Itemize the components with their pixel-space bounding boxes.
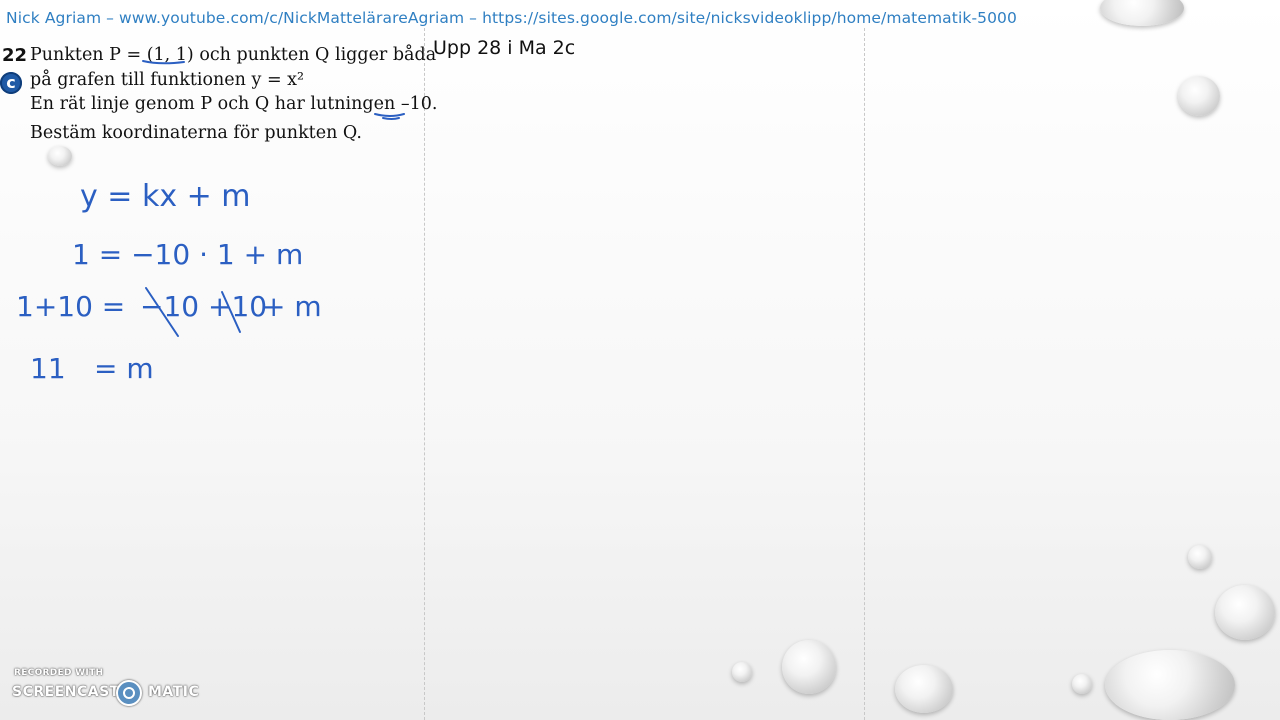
screencast-logo-icon bbox=[116, 680, 142, 706]
watermark-matic: MATIC bbox=[148, 684, 200, 700]
water-drop-decoration bbox=[1072, 674, 1092, 694]
water-drop-decoration bbox=[1178, 76, 1220, 116]
watermark-screencast: SCREENCAST bbox=[12, 684, 120, 700]
hw-line-3-left: 1+10 = bbox=[16, 290, 125, 323]
header-links-text[interactable]: Nick Agriam – www.youtube.com/c/NickMatt… bbox=[6, 9, 1017, 27]
water-drop-decoration bbox=[1188, 545, 1212, 569]
problem-box: 22 c Punkten P = (1, 1) och punkten Q li… bbox=[0, 40, 437, 152]
water-drop-decoration bbox=[895, 665, 953, 713]
header-bar: Nick Agriam – www.youtube.com/c/NickMatt… bbox=[0, 0, 1280, 38]
handwritten-solution: y = kx + m 1 = −10 · 1 + m 1+10 = −10 +1… bbox=[16, 179, 322, 385]
water-drop-decoration bbox=[1105, 650, 1235, 720]
problem-ink-underlines bbox=[142, 60, 405, 120]
screencast-watermark: RECORDED WITH SCREENCAST MATIC bbox=[12, 668, 202, 708]
water-drop-decoration bbox=[48, 146, 72, 166]
hw-line-4-right: = m bbox=[94, 352, 154, 385]
hw-line-4-left: 11 bbox=[30, 352, 66, 385]
column-divider-right bbox=[864, 28, 865, 720]
watermark-recorded-with: RECORDED WITH bbox=[14, 668, 104, 678]
column-divider-left bbox=[424, 28, 425, 720]
water-drop-decoration bbox=[1215, 585, 1275, 640]
water-drop-decoration bbox=[732, 662, 752, 682]
task-title: Upp 28 i Ma 2c bbox=[433, 37, 576, 59]
slide-page: Nick Agriam – www.youtube.com/c/NickMatt… bbox=[0, 0, 1280, 720]
hw-line-1: y = kx + m bbox=[80, 179, 251, 214]
hw-line-3-right: + m bbox=[262, 290, 322, 323]
water-drop-decoration bbox=[782, 640, 836, 694]
hw-line-2: 1 = −10 · 1 + m bbox=[72, 238, 303, 271]
